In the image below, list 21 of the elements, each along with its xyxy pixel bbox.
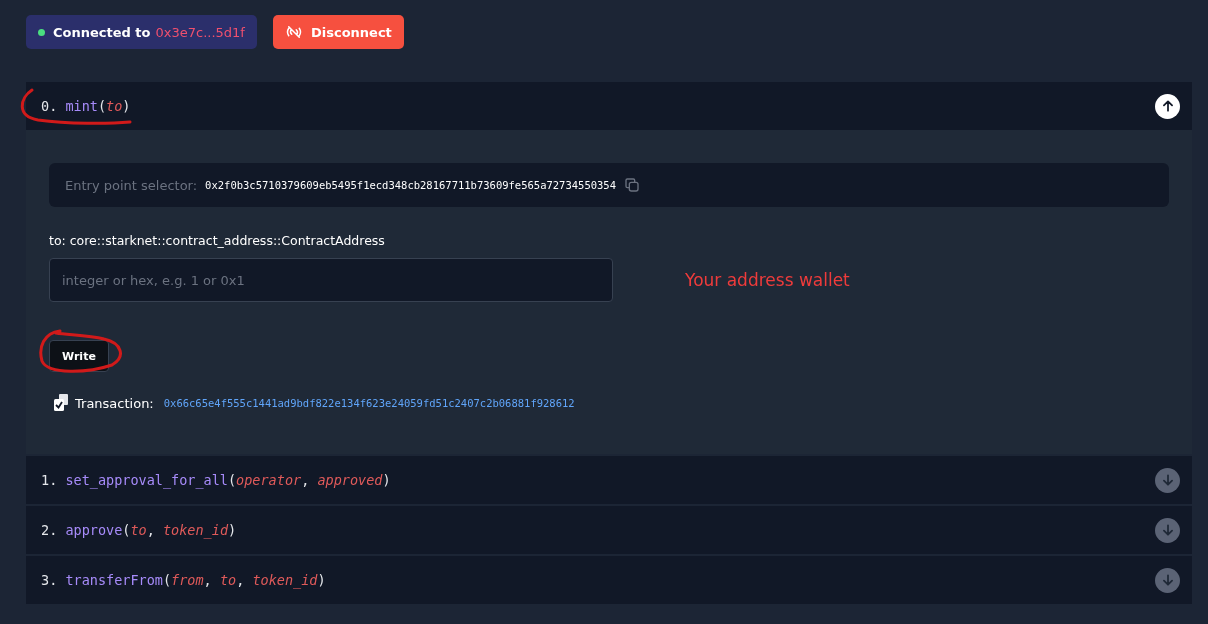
connection-label: Connected to	[53, 24, 151, 40]
checked-copy-icon	[53, 394, 69, 412]
selector-value: 0x2f0b3c5710379609eb5495f1ecd348cb28167711b73609fe565a72734550354	[205, 179, 616, 191]
function-header[interactable]: 2. approve(to, token_id)	[26, 506, 1192, 554]
arrow-down-icon[interactable]	[1155, 567, 1180, 593]
function-header[interactable]: 3. transferFrom(from, to, token_id)	[26, 556, 1192, 604]
selector-label: Entry point selector:	[65, 177, 198, 193]
input-label: to: core::starknet::contract_address::ContractAddress	[49, 233, 386, 248]
input-field[interactable]: integer or hex, e.g. 1 or 0x1	[49, 258, 613, 302]
status-dot-icon	[38, 28, 45, 36]
write-button[interactable]: Write	[49, 340, 109, 372]
transaction-label: Transaction:	[75, 395, 154, 411]
signal-off-icon	[284, 23, 303, 41]
transaction-link[interactable]: 0x66c65e4f555c1441ad9bdf822e134f623e24059fd51c2407c2b06881f928612	[163, 397, 575, 409]
wallet-address: 0x3e7c...5d1f	[155, 24, 245, 40]
annotation-text: Your address wallet	[685, 270, 850, 290]
arrow-down-icon[interactable]	[1155, 467, 1180, 493]
arrow-down-icon[interactable]	[1155, 517, 1180, 543]
function-header[interactable]: 1. set_approval_for_all(operator, approved)	[26, 456, 1192, 504]
copy-icon[interactable]	[624, 177, 640, 193]
arrow-up-icon[interactable]	[1155, 93, 1180, 119]
